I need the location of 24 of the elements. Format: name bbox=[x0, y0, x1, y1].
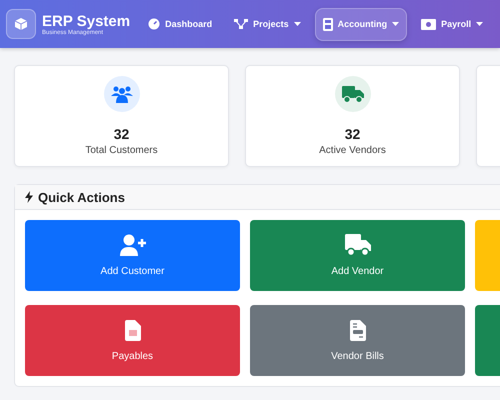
cube-logo-icon[interactable] bbox=[6, 9, 36, 39]
action-button[interactable]: Payables bbox=[25, 305, 240, 376]
invoice-icon bbox=[124, 320, 140, 340]
calculator-icon bbox=[322, 18, 333, 30]
money-icon bbox=[421, 18, 436, 30]
stat-label: Active Vendors bbox=[319, 145, 386, 156]
panel-title: Quick Actions bbox=[38, 190, 125, 204]
nav-item[interactable]: Dashboard bbox=[140, 8, 220, 40]
action-button[interactable]: Vendor Bills bbox=[250, 305, 465, 376]
add-user-icon bbox=[120, 234, 146, 256]
gauge-icon bbox=[148, 18, 160, 30]
brand-title: ERP System bbox=[42, 12, 130, 30]
nav-item[interactable]: Accounting bbox=[314, 8, 408, 40]
nav-item[interactable]: Payroll bbox=[413, 8, 492, 40]
action-button[interactable]: Add Customer bbox=[25, 220, 240, 291]
stat-value: 32 bbox=[344, 126, 360, 142]
stat-label: Total Customers bbox=[85, 145, 158, 156]
nav-item[interactable]: Projects bbox=[226, 8, 309, 40]
bolt-icon bbox=[25, 191, 33, 203]
truck-icon bbox=[344, 234, 370, 256]
network-icon bbox=[234, 18, 248, 30]
stat-value: 32 bbox=[114, 126, 130, 142]
bill-icon bbox=[350, 320, 366, 340]
action-button[interactable]: Add Vendor bbox=[250, 220, 465, 291]
